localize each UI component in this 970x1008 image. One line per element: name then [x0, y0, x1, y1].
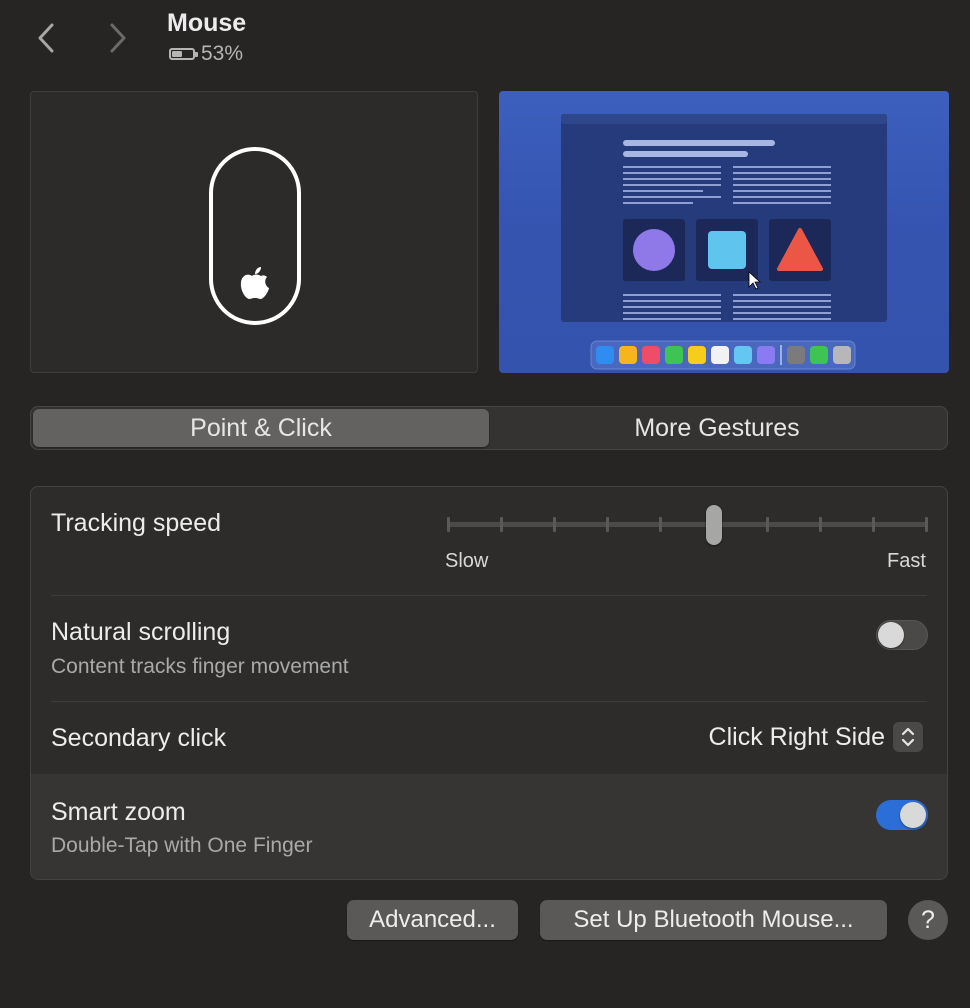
secondary-click-value: Click Right Side — [708, 722, 885, 751]
slider-tick — [925, 517, 928, 532]
smart-zoom-description: Double-Tap with One Finger — [51, 834, 313, 857]
page-title: Mouse — [167, 9, 247, 37]
secondary-click-popup[interactable]: Click Right Side — [709, 722, 923, 752]
help-button[interactable]: ? — [908, 900, 948, 940]
smart-zoom-label: Smart zoom — [51, 798, 186, 826]
smart-zoom-row: Smart zoom Double-Tap with One Finger — [31, 774, 947, 879]
tracking-speed-row: Tracking speed Slow Fast — [31, 487, 947, 595]
tracking-speed-slider-knob[interactable] — [706, 505, 723, 545]
settings-group: Tracking speed Slow Fast Natural scrolli… — [30, 486, 948, 880]
apple-logo-icon — [240, 267, 269, 299]
desktop-preview-illustration — [561, 114, 887, 370]
toggle-knob — [878, 622, 904, 648]
battery-percent: 53% — [201, 42, 244, 65]
slider-tick — [765, 517, 769, 532]
up-down-chevron-icon — [893, 722, 923, 752]
back-button[interactable] — [24, 16, 68, 60]
tracking-speed-slider[interactable] — [447, 522, 928, 527]
forward-button[interactable] — [96, 16, 140, 60]
natural-scrolling-label: Natural scrolling — [51, 618, 231, 646]
slider-tick — [447, 517, 450, 532]
natural-scrolling-row: Natural scrolling Content tracks finger … — [31, 596, 947, 701]
tab-point-and-click[interactable]: Point & Click — [33, 409, 489, 447]
setup-bluetooth-mouse-button[interactable]: Set Up Bluetooth Mouse... — [540, 900, 887, 940]
secondary-click-row: Secondary click Click Right Side — [31, 702, 947, 774]
slider-min-label: Slow — [445, 550, 489, 572]
tracking-speed-label: Tracking speed — [51, 509, 221, 537]
secondary-click-label: Secondary click — [51, 724, 227, 752]
battery-icon — [169, 48, 198, 60]
natural-scrolling-description: Content tracks finger movement — [51, 655, 349, 678]
slider-tick — [818, 517, 822, 532]
slider-tick — [553, 517, 557, 532]
segmented-control: Point & Click More Gestures — [30, 406, 948, 450]
chevron-left-icon — [38, 23, 54, 53]
advanced-button[interactable]: Advanced... — [347, 900, 518, 940]
tab-more-gestures[interactable]: More Gestures — [489, 409, 945, 447]
slider-tick — [500, 517, 504, 532]
smart-zoom-toggle[interactable] — [876, 800, 928, 830]
slider-max-label: Fast — [887, 550, 926, 572]
slider-tick — [871, 517, 875, 532]
magic-mouse-icon — [209, 147, 301, 325]
gesture-preview-panel — [499, 91, 949, 373]
toggle-knob — [900, 802, 926, 828]
chevron-right-icon — [110, 23, 126, 53]
mouse-preview-panel — [30, 91, 478, 373]
slider-tick — [606, 517, 610, 532]
natural-scrolling-toggle[interactable] — [876, 620, 928, 650]
slider-tick — [659, 517, 663, 532]
battery-status: 53% — [169, 42, 243, 66]
